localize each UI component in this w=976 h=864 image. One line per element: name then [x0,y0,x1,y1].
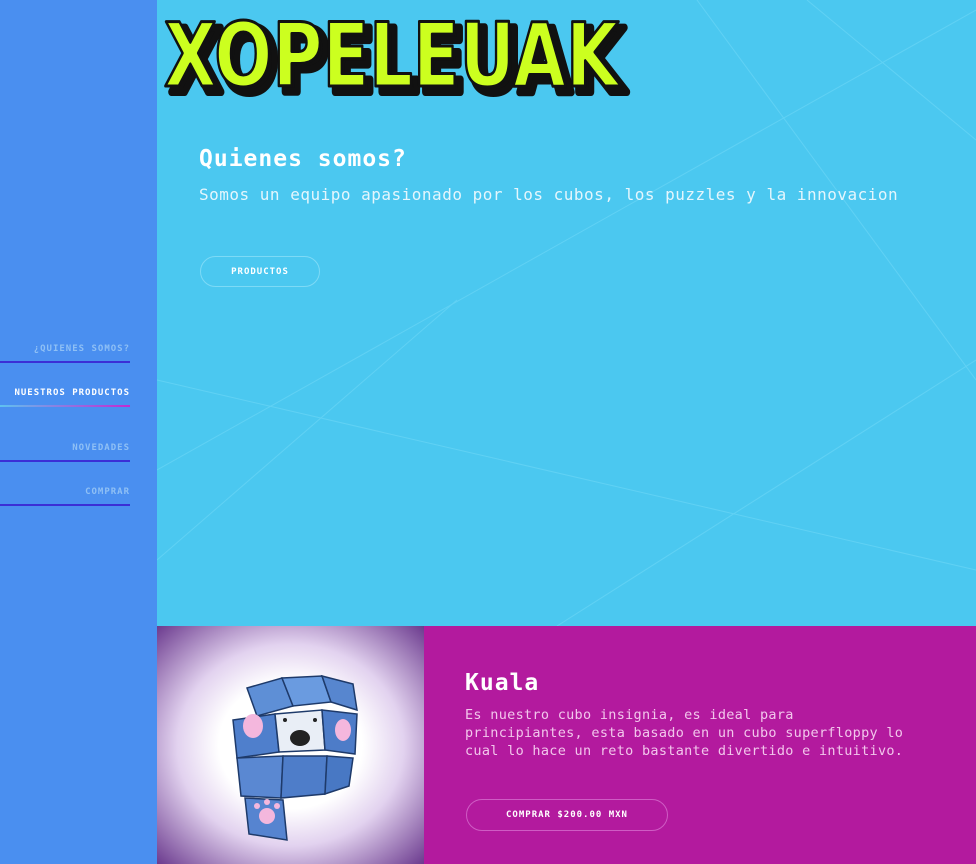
buy-button[interactable]: Comprar $200.00 MXN [466,799,668,831]
ear-left [243,714,263,738]
product-description: Es nuestro cubo insignia, es ideal para … [465,707,904,759]
nav-item-quienes-somos[interactable]: ¿Quienes somos? [0,344,130,363]
nav-underline [0,504,130,506]
koala-nose [290,730,310,746]
ear-right [335,719,351,741]
hero-title: Quienes somos? [199,146,407,172]
nav-underline [0,361,130,363]
sidebar-nav: ¿Quienes somos? Nuestros productos Noved… [0,0,157,864]
product-title: Kuala [465,670,540,696]
koala-cube-illustration [232,674,358,841]
nav-item-novedades[interactable]: Novedades [0,443,130,462]
product-section: Kuala Es nuestro cubo insignia, es ideal… [157,626,976,864]
nav-item-comprar[interactable]: Comprar [0,487,130,506]
nav-underline-active [0,405,130,407]
nav-underline [0,460,130,462]
brand-logo: XOPELEUAK XOPELEUAK [163,3,632,105]
hero-section: XOPELEUAK XOPELEUAK Quienes somos? Somos… [157,0,976,626]
logo-text: XOPELEUAK [164,4,621,104]
product-image [157,626,424,864]
paw-print [259,808,275,824]
hero-description: Somos un equipo apasionado por los cubos… [199,185,899,204]
productos-button[interactable]: Productos [200,256,320,287]
nav-item-nuestros-productos[interactable]: Nuestros productos [0,388,130,407]
